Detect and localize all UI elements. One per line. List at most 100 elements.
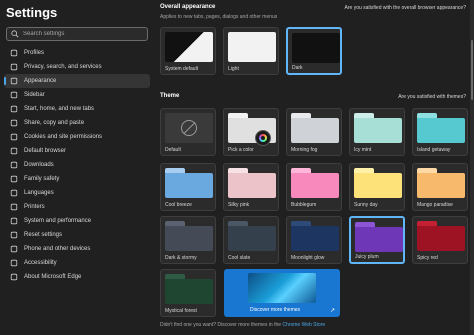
- footer-text: Didn't find one you want? Discover more …: [160, 322, 282, 328]
- appearance-feedback-link[interactable]: Are you satisfied with the overall brows…: [345, 5, 466, 11]
- theme-option-bubblegum[interactable]: Bubblegum: [286, 163, 342, 211]
- sidebar-item-label: Start, home, and new tabs: [24, 106, 95, 112]
- sidebar-item-reset-settings[interactable]: Reset settings: [4, 228, 150, 242]
- theme-heading: Theme: [160, 93, 180, 99]
- system-icon: [10, 217, 18, 225]
- overall-appearance-heading: Overall appearance: [160, 4, 216, 10]
- discover-themes-image: [248, 273, 316, 303]
- sidebar-item-profiles[interactable]: Profiles: [4, 46, 150, 60]
- theme-preview-folder-icon: [417, 113, 465, 143]
- appearance-option-label: Dark: [292, 65, 303, 71]
- theme-option-label: Icy mint: [354, 147, 372, 153]
- theme-option-label: Pick a color: [228, 147, 254, 153]
- search-box[interactable]: [6, 27, 148, 41]
- dark-preview: [292, 33, 340, 63]
- theme-option-icy-mint[interactable]: Icy mint: [349, 108, 405, 156]
- light-preview: [228, 32, 276, 62]
- themes-footer: Didn't find one you want? Discover more …: [160, 322, 325, 328]
- sidebar-item-family-safety[interactable]: Family safety: [4, 172, 150, 186]
- sidebar-item-privacy-search-and-services[interactable]: Privacy, search, and services: [4, 60, 150, 74]
- appearance-option-light[interactable]: Light: [223, 27, 279, 75]
- theme-option-spicy-red[interactable]: Spicy red: [412, 216, 468, 264]
- scrollbar[interactable]: [470, 0, 474, 335]
- theme-option-pick-a-color[interactable]: Pick a color: [223, 108, 279, 156]
- appearance-option-label: Light: [228, 66, 239, 72]
- sidebar-item-label: Privacy, search, and services: [24, 64, 102, 70]
- sidebar-item-appearance[interactable]: Appearance: [4, 74, 150, 88]
- theme-preview-folder-icon: [228, 168, 276, 198]
- theme-preview-folder-icon: [228, 221, 276, 251]
- sidebar-item-default-browser[interactable]: Default browser: [4, 144, 150, 158]
- theme-option-label: Juicy plum: [355, 254, 379, 260]
- sidebar-item-phone-and-other-devices[interactable]: Phone and other devices: [4, 242, 150, 256]
- color-picker-button[interactable]: [255, 130, 271, 146]
- sidebar-item-label: System and performance: [24, 218, 92, 224]
- theme-option-label: Sunny day: [354, 202, 378, 208]
- discover-more-themes-button[interactable]: Discover more themes ↗: [224, 269, 340, 317]
- sidebar-item-downloads[interactable]: Downloads: [4, 158, 150, 172]
- theme-option-cool-slate[interactable]: Cool slate: [223, 216, 279, 264]
- default-theme-preview: [165, 113, 213, 143]
- no-theme-icon: [181, 120, 197, 136]
- discover-themes-label: Discover more themes: [250, 307, 301, 313]
- cookie-icon: [10, 133, 18, 141]
- sidebar-item-languages[interactable]: Languages: [4, 186, 150, 200]
- sidebar-item-start-home-and-new-tabs[interactable]: Start, home, and new tabs: [4, 102, 150, 116]
- theme-option-moonlight-glow[interactable]: Moonlight glow: [286, 216, 342, 264]
- theme-option-cool-breeze[interactable]: Cool breeze: [160, 163, 216, 211]
- theme-option-island-getaway[interactable]: Island getaway: [412, 108, 468, 156]
- system-default-preview: [165, 32, 213, 62]
- appearance-option-dark[interactable]: Dark: [286, 27, 342, 75]
- theme-option-sunny-day[interactable]: Sunny day: [349, 163, 405, 211]
- sidebar-item-label: Family safety: [24, 176, 60, 182]
- external-link-icon: ↗: [329, 308, 335, 314]
- sidebar-item-label: Appearance: [24, 78, 57, 84]
- theme-option-label: Cool breeze: [165, 202, 192, 208]
- sidebar-item-label: Cookies and site permissions: [24, 134, 103, 140]
- sidebar-item-label: Accessibility: [24, 260, 57, 266]
- theme-option-dark-stormy[interactable]: Dark & stormy: [160, 216, 216, 264]
- theme-option-mango-paradise[interactable]: Mango paradise: [412, 163, 468, 211]
- appearance-option-system-default[interactable]: System default: [160, 27, 216, 75]
- lock-icon: [10, 63, 18, 71]
- sidebar-item-cookies-and-site-permissions[interactable]: Cookies and site permissions: [4, 130, 150, 144]
- theme-preview-folder-icon: [417, 168, 465, 198]
- theme-option-morning-fog[interactable]: Morning fog: [286, 108, 342, 156]
- share-icon: [10, 119, 18, 127]
- theme-preview-folder-icon: [417, 221, 465, 251]
- theme-feedback-link[interactable]: Are you satisfied with themes?: [398, 94, 466, 100]
- theme-preview-folder-icon: [354, 168, 402, 198]
- phone-icon: [10, 245, 18, 253]
- settings-sidebar: Settings Profiles Privacy, search, and se…: [0, 0, 152, 335]
- sidebar-item-label: Languages: [24, 190, 54, 196]
- sidebar-item-share-copy-and-paste[interactable]: Share, copy and paste: [4, 116, 150, 130]
- sidebar-item-label: Printers: [24, 204, 45, 210]
- theme-option-label: Silky pink: [228, 202, 250, 208]
- sidebar-item-printers[interactable]: Printers: [4, 200, 150, 214]
- sidebar-item-label: Phone and other devices: [24, 246, 91, 252]
- theme-preview-folder-icon: [291, 168, 339, 198]
- theme-option-label: Island getaway: [417, 147, 451, 153]
- scrollbar-thumb[interactable]: [471, 40, 473, 100]
- theme-option-label: Moonlight glow: [291, 255, 325, 261]
- sidebar-item-about-microsoft-edge[interactable]: About Microsoft Edge: [4, 270, 150, 284]
- theme-preview-folder-icon: [165, 274, 213, 304]
- sidebar-item-label: Default browser: [24, 148, 67, 154]
- sidebar-item-label: Sidebar: [24, 92, 45, 98]
- sidebar-item-sidebar[interactable]: Sidebar: [4, 88, 150, 102]
- theme-option-default[interactable]: Default: [160, 108, 216, 156]
- sidebar-item-system-and-performance[interactable]: System and performance: [4, 214, 150, 228]
- theme-preview-folder-icon: [291, 113, 339, 143]
- theme-option-juicy-plum[interactable]: Juicy plum: [349, 216, 405, 264]
- sidebar-item-accessibility[interactable]: Accessibility: [4, 256, 150, 270]
- theme-preview-folder-icon: [165, 168, 213, 198]
- sidebar-item-label: Downloads: [24, 162, 54, 168]
- sidebar-item-label: Reset settings: [24, 232, 63, 238]
- theme-option-silky-pink[interactable]: Silky pink: [223, 163, 279, 211]
- color-wheel-icon: [259, 134, 267, 142]
- search-input[interactable]: [23, 31, 143, 37]
- sidebar-item-label: Profiles: [24, 50, 45, 56]
- chrome-web-store-link[interactable]: Chrome Web Store: [282, 322, 325, 328]
- overall-appearance-subtext: Applies to new tabs, pages, dialogs and …: [160, 14, 278, 20]
- theme-option-mystical-forest[interactable]: Mystical forest: [160, 269, 216, 317]
